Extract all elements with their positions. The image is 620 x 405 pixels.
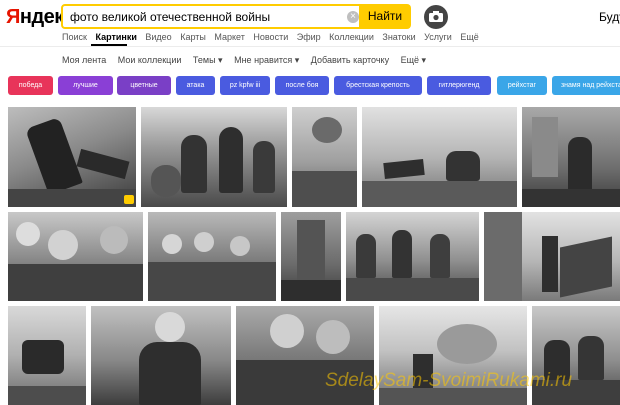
divider — [0, 46, 620, 47]
chip[interactable]: рейхстаг — [497, 76, 547, 95]
chip[interactable]: знамя над рейхстагом — [552, 76, 620, 95]
image-result[interactable] — [281, 212, 341, 301]
suggestion-chips: победа лучшие цветные атака pz kpfw iii … — [8, 76, 620, 95]
chip[interactable]: цветные — [117, 76, 171, 95]
image-result[interactable] — [362, 107, 517, 207]
logo-letter: Я — [6, 6, 20, 28]
image-result[interactable] — [292, 107, 357, 207]
search-box[interactable]: фото великой отечественной войны × — [61, 4, 398, 29]
chip[interactable]: брестская крепость — [334, 76, 422, 95]
image-result[interactable] — [148, 212, 276, 301]
image-result[interactable] — [141, 107, 287, 207]
service-znatoki[interactable]: Знатоки — [382, 32, 415, 42]
search-button[interactable]: Найти — [359, 4, 411, 29]
subnav-my-collections[interactable]: Мои коллекции — [118, 55, 182, 65]
subnav-themes[interactable]: Темы ▾ — [193, 55, 223, 65]
service-maps[interactable]: Карты — [180, 32, 206, 42]
image-result[interactable] — [8, 107, 136, 207]
service-market[interactable]: Маркет — [214, 32, 244, 42]
chip[interactable]: победа — [8, 76, 53, 95]
chip[interactable]: лучшие — [58, 76, 113, 95]
images-subnav: Моя лента Мои коллекции Темы ▾ Мне нрави… — [62, 55, 435, 66]
image-result[interactable] — [346, 212, 479, 301]
image-result[interactable] — [8, 306, 86, 405]
chip[interactable]: атака — [176, 76, 215, 95]
camera-icon[interactable] — [424, 5, 448, 29]
image-result[interactable] — [522, 107, 620, 207]
chip[interactable]: гитлерюгенд — [427, 76, 491, 95]
service-search[interactable]: Поиск — [62, 32, 87, 42]
subnav-my-feed[interactable]: Моя лента — [62, 55, 106, 65]
service-efir[interactable]: Эфир — [297, 32, 321, 42]
image-result[interactable] — [484, 212, 620, 301]
service-news[interactable]: Новости — [253, 32, 288, 42]
image-result[interactable] — [91, 306, 231, 405]
subnav-likes[interactable]: Мне нравится ▾ — [234, 55, 299, 65]
watermark: SdelaySam-SvoimiRukami.ru — [325, 370, 573, 391]
service-images[interactable]: Картинки — [95, 32, 136, 42]
services-nav: Поиск Картинки Видео Карты Маркет Новост… — [62, 32, 485, 42]
service-collections[interactable]: Коллекции — [329, 32, 374, 42]
chip[interactable]: после боя — [275, 76, 329, 95]
subnav-more[interactable]: Ещё ▾ — [401, 55, 426, 65]
image-result[interactable] — [8, 212, 143, 301]
clear-icon[interactable]: × — [347, 11, 359, 23]
search-input[interactable]: фото великой отечественной войны — [70, 10, 270, 24]
subnav-add-card[interactable]: Добавить карточку — [311, 55, 389, 65]
service-more[interactable]: Ещё — [460, 32, 478, 42]
service-video[interactable]: Видео — [145, 32, 171, 42]
service-uslugi[interactable]: Услуги — [424, 32, 452, 42]
user-link[interactable]: Буду — [599, 10, 620, 24]
chip[interactable]: pz kpfw iii — [220, 76, 270, 95]
